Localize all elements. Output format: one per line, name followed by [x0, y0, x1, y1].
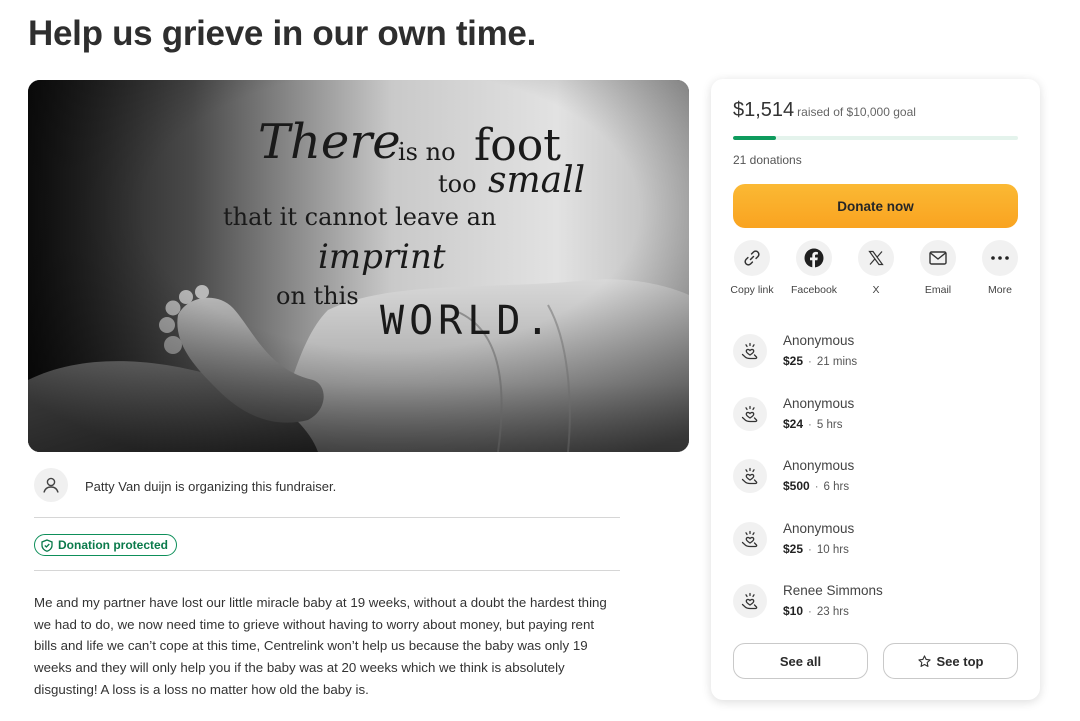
progress-bar	[733, 136, 1018, 140]
share-label: X	[872, 284, 880, 296]
donor-name: Anonymous	[783, 458, 855, 473]
separator-dot: ·	[808, 606, 812, 618]
donation-item: Anonymous $24 · 5 hrs	[733, 394, 1023, 457]
donation-heart-icon	[733, 396, 767, 431]
share-x[interactable]: X	[851, 240, 901, 297]
donation-item: Renee Simmons $10 · 23 hrs	[733, 581, 1023, 644]
share-label: More	[988, 284, 1012, 296]
donation-amount: $10	[783, 604, 804, 618]
quote-line3: that it cannot leave an	[223, 203, 496, 231]
donation-time: 23 hrs	[816, 606, 849, 618]
donation-item: Anonymous $25 · 21 mins	[733, 331, 1023, 394]
page-title: Help us grieve in our own time.	[28, 14, 537, 53]
quote-line2: too	[438, 170, 477, 198]
donation-count: 21 donations	[733, 153, 802, 167]
share-row: Copy link Facebook X Email More	[730, 240, 1033, 310]
donation-meta: $10 · 23 hrs	[783, 604, 849, 618]
donation-sidebar: $1,514 raised of $10,000 goal 21 donation…	[711, 79, 1040, 700]
donor-name: Renee Simmons	[783, 583, 883, 598]
star-icon	[917, 654, 931, 667]
donate-now-button[interactable]: Donate now	[733, 184, 1018, 228]
donation-heart-icon	[733, 521, 767, 556]
mail-icon	[920, 240, 956, 276]
donation-amount: $500	[783, 479, 810, 493]
progress-fill	[733, 136, 777, 140]
donation-time: 6 hrs	[823, 481, 850, 493]
see-all-button[interactable]: See all	[733, 643, 868, 679]
donation-meta: $24 · 5 hrs	[783, 417, 842, 431]
donation-heart-icon	[733, 334, 767, 368]
separator-dot: ·	[808, 418, 812, 431]
donation-heart-icon	[733, 459, 767, 493]
quote-line2-script: small	[488, 160, 585, 201]
donation-meta: $500 · 6 hrs	[783, 479, 849, 493]
share-label: Copy link	[730, 284, 774, 296]
share-copy-link[interactable]: Copy link	[727, 240, 777, 297]
more-icon	[982, 240, 1018, 276]
quote-line1-rest: is no	[398, 138, 456, 166]
share-label: Email	[924, 284, 952, 296]
share-facebook[interactable]: Facebook	[789, 240, 839, 297]
share-email[interactable]: Email	[913, 240, 963, 297]
donor-name: Anonymous	[783, 520, 855, 536]
facebook-icon	[796, 240, 832, 276]
donor-name: Anonymous	[783, 333, 855, 348]
hero-image: There is no foot too small that it canno…	[28, 80, 689, 452]
donation-amount: $25	[783, 541, 804, 556]
donation-time: 5 hrs	[816, 418, 843, 431]
donation-time: 21 mins	[816, 356, 858, 368]
user-icon	[34, 468, 68, 502]
donation-item: Anonymous $500 · 6 hrs	[733, 456, 1023, 519]
recent-donations-list: Anonymous $25 · 21 mins Anonymous $24 · 5 hr…	[733, 331, 1023, 644]
raised-amount: $1,514	[733, 99, 795, 121]
badge-label: Donation protected	[58, 538, 168, 552]
separator-dot: ·	[808, 356, 812, 368]
donation-meta: $25 · 21 mins	[783, 354, 857, 368]
organizer-row: Patty Van duijn is organizing this fundr…	[34, 468, 620, 518]
protection-row: Donation protected	[34, 519, 620, 571]
donation-amount: $25	[783, 354, 804, 368]
donation-amount: $24	[783, 416, 804, 431]
donation-time: 10 hrs	[816, 543, 849, 556]
share-more[interactable]: More	[975, 240, 1025, 297]
separator-dot: ·	[808, 543, 812, 556]
donation-meta: $25 · 10 hrs	[783, 542, 849, 556]
see-top-label: See top	[936, 653, 984, 669]
link-icon	[734, 240, 770, 276]
shield-icon	[41, 538, 53, 552]
x-logo-icon	[858, 240, 894, 276]
donor-name: Anonymous	[783, 395, 855, 411]
share-label: Facebook	[790, 284, 838, 296]
quote-line5: on this	[276, 282, 359, 310]
donation-heart-icon	[733, 584, 767, 618]
donation-protected-badge[interactable]: Donation protected	[34, 534, 177, 556]
quote-line1-script: There	[258, 114, 401, 170]
raised-goal: raised of $10,000 goal	[797, 105, 916, 119]
raised-summary: $1,514 raised of $10,000 goal	[733, 99, 916, 122]
organizer-text: Patty Van duijn is organizing this fundr…	[85, 479, 337, 494]
quote-line5-big: WORLD.	[380, 298, 555, 344]
separator-dot: ·	[814, 481, 819, 493]
see-top-button[interactable]: See top	[883, 643, 1018, 679]
story-text: Me and my partner have lost our little m…	[34, 595, 607, 697]
donation-item: Anonymous $25 · 10 hrs	[733, 519, 1023, 582]
quote-line4-script: imprint	[318, 237, 446, 277]
